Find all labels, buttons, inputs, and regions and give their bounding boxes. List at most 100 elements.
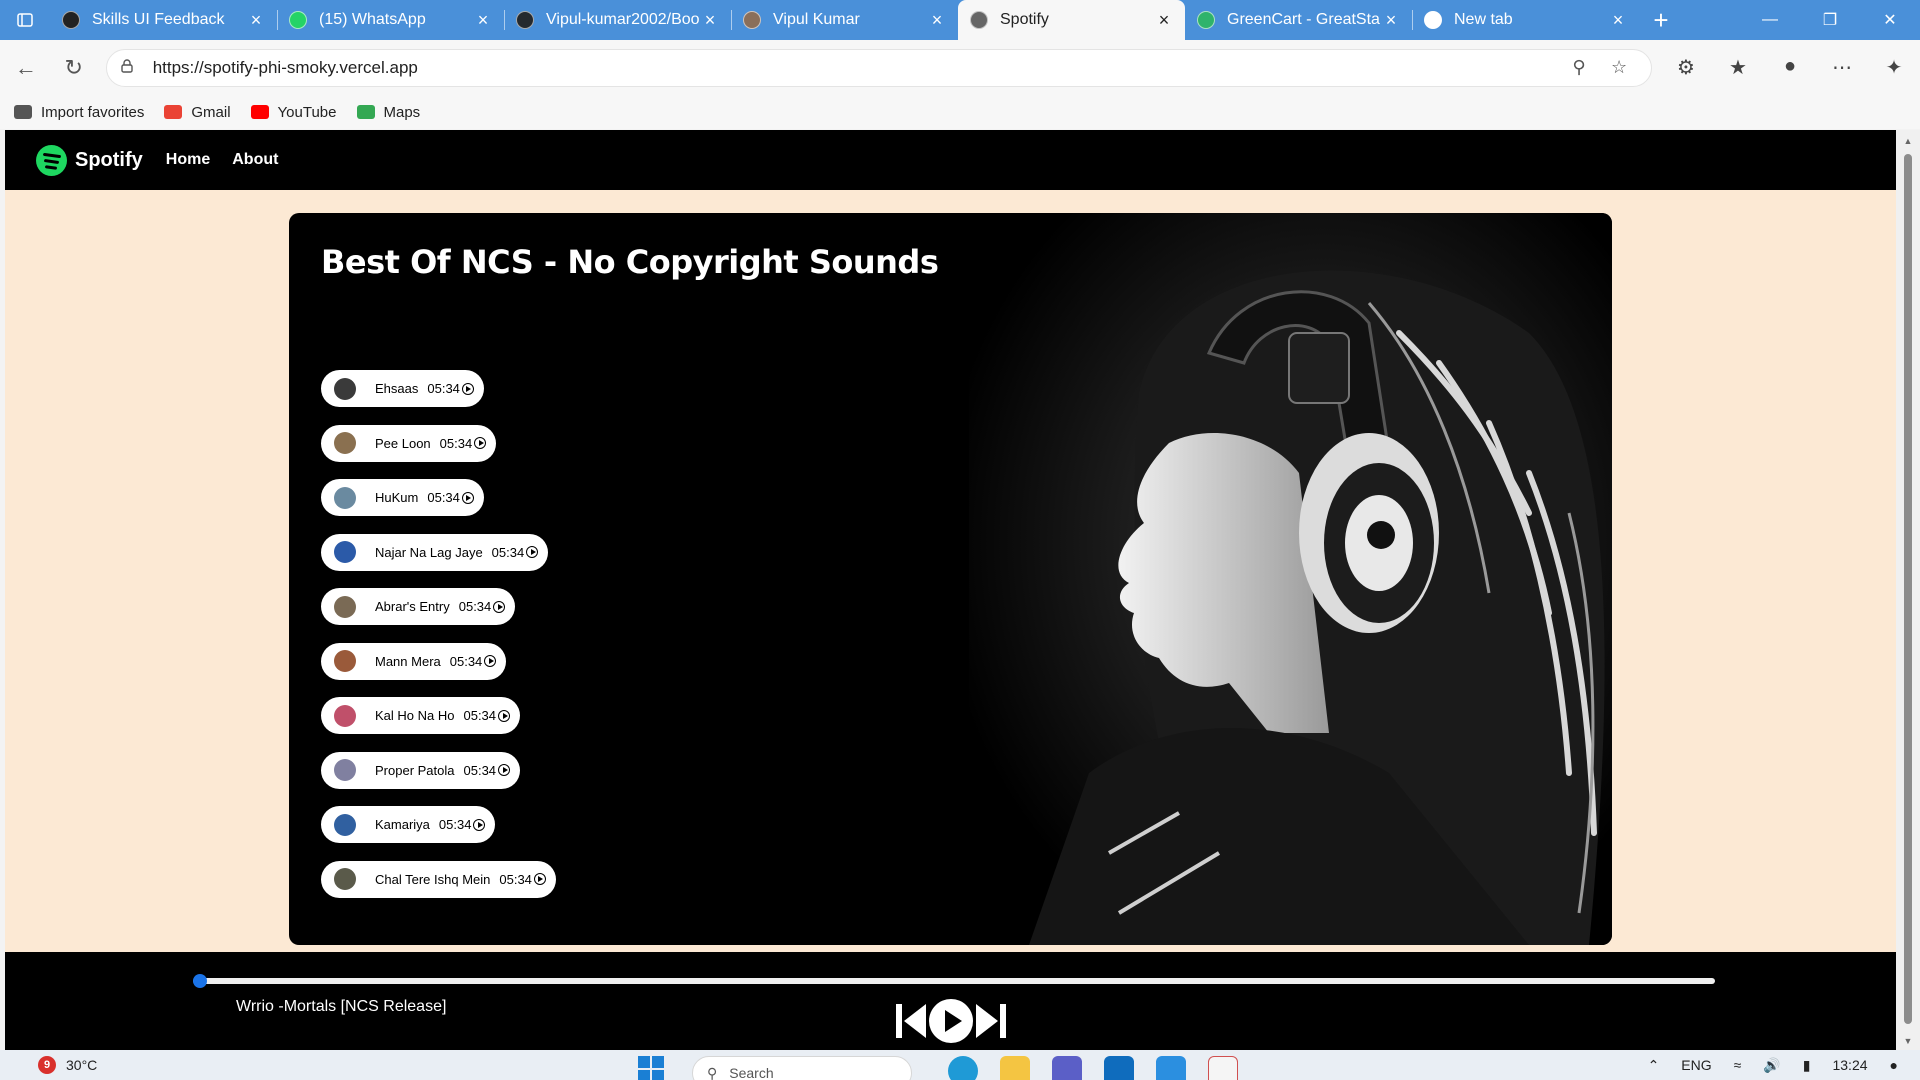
scroll-up-icon[interactable]: ▲ bbox=[1902, 136, 1914, 146]
song-play-icon[interactable] bbox=[533, 873, 546, 885]
progress-handle[interactable] bbox=[193, 974, 207, 988]
tab-title: (15) WhatsApp bbox=[319, 11, 426, 28]
headphones-woman-image bbox=[969, 213, 1612, 945]
previous-track-icon[interactable] bbox=[896, 1002, 926, 1040]
snipping-tool-taskbar-icon[interactable] bbox=[1208, 1056, 1238, 1080]
browser-tab-3[interactable]: Vipul Kumar × bbox=[731, 0, 958, 40]
minimize-icon[interactable]: — bbox=[1740, 0, 1800, 40]
song-play-icon[interactable] bbox=[493, 600, 506, 613]
nav-link-about[interactable]: About bbox=[232, 151, 278, 169]
next-track-icon[interactable] bbox=[976, 1002, 1006, 1040]
page-viewport: Spotify Home About Best Of NCS - No Copy… bbox=[5, 130, 1896, 1050]
browser-tab-5[interactable]: GreenCart - GreatStack × bbox=[1185, 0, 1412, 40]
clock-time[interactable]: 13:24 bbox=[1832, 1057, 1867, 1073]
progress-slider[interactable] bbox=[193, 974, 1715, 988]
song-cover-image bbox=[334, 595, 356, 618]
browser-tab-6[interactable]: New tab × bbox=[1412, 0, 1639, 40]
close-tab-icon[interactable]: × bbox=[472, 11, 494, 29]
close-window-icon[interactable]: ✕ bbox=[1860, 0, 1920, 40]
song-item[interactable]: Kal Ho Na Ho 05:34 bbox=[321, 697, 521, 734]
song-play-icon[interactable] bbox=[498, 764, 511, 776]
song-item[interactable]: HuKum 05:34 bbox=[321, 479, 484, 516]
song-play-icon[interactable] bbox=[461, 491, 474, 504]
scroll-down-icon[interactable]: ▼ bbox=[1902, 1036, 1914, 1046]
refresh-icon[interactable]: ↻ bbox=[52, 50, 96, 86]
battery-icon[interactable]: ▮ bbox=[1803, 1057, 1811, 1074]
file-explorer-taskbar-icon[interactable] bbox=[1000, 1056, 1030, 1080]
song-play-icon[interactable] bbox=[473, 818, 486, 831]
site-info-icon[interactable] bbox=[119, 58, 139, 77]
song-name: Abrar's Entry bbox=[375, 599, 450, 614]
favorites-icon[interactable]: ★ bbox=[1712, 55, 1764, 80]
outlook-taskbar-icon[interactable] bbox=[1104, 1056, 1134, 1080]
bookmark-2[interactable]: YouTube bbox=[250, 104, 337, 121]
song-item[interactable]: Kamariya 05:34 bbox=[321, 806, 496, 843]
bookmark-0[interactable]: Import favorites bbox=[14, 104, 144, 121]
brand-name[interactable]: Spotify bbox=[75, 149, 143, 172]
vscode-taskbar-icon[interactable] bbox=[1156, 1056, 1186, 1080]
song-play-icon[interactable] bbox=[484, 655, 497, 667]
more-menu-icon[interactable]: ⋯ bbox=[1816, 55, 1868, 80]
tray-chevron-icon[interactable]: ⌃ bbox=[1648, 1057, 1660, 1074]
taskbar-search[interactable]: ⚲ Search bbox=[692, 1056, 912, 1080]
close-tab-icon[interactable]: × bbox=[1380, 11, 1402, 29]
song-item[interactable]: Abrar's Entry 05:34 bbox=[321, 588, 516, 625]
greencart-icon bbox=[1197, 11, 1215, 29]
close-tab-icon[interactable]: × bbox=[926, 11, 948, 29]
browser-tab-4[interactable]: Spotify × bbox=[958, 0, 1185, 40]
profile-avatar-icon[interactable]: ● bbox=[1764, 55, 1816, 80]
song-item[interactable]: Ehsaas 05:34 bbox=[321, 370, 484, 407]
browser-tab-1[interactable]: (15) WhatsApp × bbox=[277, 0, 504, 40]
close-tab-icon[interactable]: × bbox=[245, 11, 267, 29]
spotify-logo-icon[interactable] bbox=[36, 144, 67, 176]
tab-title: Skills UI Feedback bbox=[92, 11, 225, 28]
song-play-icon[interactable] bbox=[498, 709, 511, 722]
scrollbar-thumb[interactable] bbox=[1904, 154, 1912, 1024]
song-item[interactable]: Chal Tere Ishq Mein 05:34 bbox=[321, 860, 556, 898]
teams-taskbar-icon[interactable] bbox=[1052, 1056, 1082, 1080]
zoom-icon[interactable]: ⚲ bbox=[1559, 57, 1599, 78]
song-name: Najar Na Lag Jaye bbox=[375, 544, 483, 560]
song-item[interactable]: Najar Na Lag Jaye 05:34 bbox=[321, 533, 549, 571]
favorite-star-icon[interactable]: ☆ bbox=[1599, 57, 1639, 78]
windows-start-icon[interactable] bbox=[638, 1056, 664, 1080]
language-indicator[interactable]: ENG bbox=[1681, 1057, 1711, 1073]
tab-actions-icon[interactable] bbox=[0, 0, 50, 40]
browser-tab-2[interactable]: Vipul-kumar2002/Book × bbox=[504, 0, 731, 40]
volume-icon[interactable]: 🔊 bbox=[1763, 1057, 1780, 1074]
copilot-icon[interactable]: ✦ bbox=[1868, 55, 1920, 80]
close-tab-icon[interactable]: × bbox=[699, 11, 721, 29]
song-play-icon[interactable] bbox=[461, 382, 474, 395]
weather-widget[interactable]: 9 30°C bbox=[38, 1056, 97, 1074]
bookmark-1[interactable]: Gmail bbox=[164, 104, 231, 121]
song-item[interactable]: Mann Mera 05:34 bbox=[321, 642, 507, 680]
edge-taskbar-icon[interactable] bbox=[948, 1056, 978, 1080]
browser-tab-0[interactable]: Skills UI Feedback × bbox=[50, 0, 277, 40]
close-tab-icon[interactable]: × bbox=[1153, 11, 1175, 29]
url-text[interactable]: https://spotify-phi-smoky.vercel.app bbox=[153, 58, 1559, 78]
song-play-icon[interactable] bbox=[526, 546, 539, 558]
close-tab-icon[interactable]: × bbox=[1607, 11, 1629, 29]
song-cover-image bbox=[334, 704, 356, 727]
back-icon[interactable]: ← bbox=[4, 50, 48, 86]
notification-icon[interactable]: ● bbox=[1890, 1057, 1898, 1073]
wifi-icon[interactable]: ≈ bbox=[1734, 1057, 1742, 1073]
nav-link-home[interactable]: Home bbox=[166, 151, 210, 169]
new-tab-button[interactable]: + bbox=[1639, 0, 1683, 40]
song-cover-image bbox=[334, 813, 356, 836]
restore-icon[interactable]: ❐ bbox=[1800, 0, 1860, 40]
newtab-icon bbox=[1424, 11, 1442, 29]
bookmark-3[interactable]: Maps bbox=[356, 104, 420, 121]
song-play-icon[interactable] bbox=[474, 437, 487, 449]
song-item[interactable]: Pee Loon 05:34 bbox=[321, 424, 497, 462]
song-duration: 05:34 bbox=[427, 490, 460, 505]
system-tray: ⌃ ENG ≈ 🔊 ▮ 13:24 ● bbox=[1648, 1050, 1920, 1080]
address-bar[interactable]: https://spotify-phi-smoky.vercel.app ⚲ ☆ bbox=[105, 48, 1653, 87]
profile-photo-icon bbox=[743, 11, 761, 29]
play-icon[interactable] bbox=[929, 999, 973, 1043]
github-icon bbox=[516, 11, 534, 29]
song-item[interactable]: Proper Patola 05:34 bbox=[321, 751, 521, 789]
page-scrollbar[interactable]: ▲ ▼ bbox=[1896, 130, 1920, 1050]
bookmark-label: Import favorites bbox=[41, 103, 145, 121]
extensions-icon[interactable]: ⚙ bbox=[1660, 55, 1712, 80]
